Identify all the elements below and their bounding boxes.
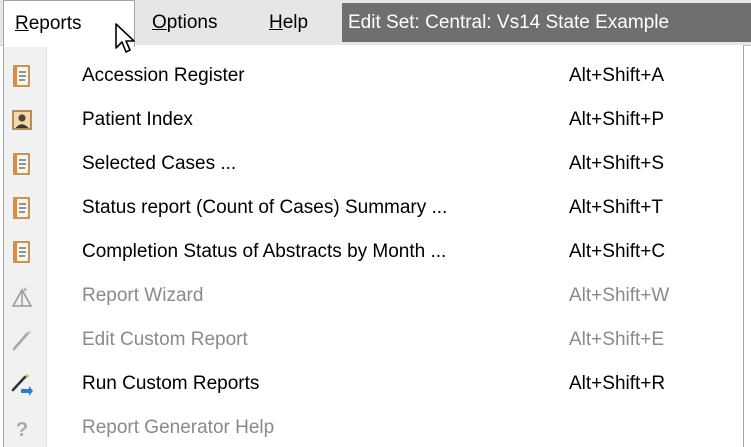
menu-item-selected-cases[interactable]: Selected Cases ... Alt+Shift+S (4, 142, 743, 186)
menu-item-report-wizard: Report Wizard Alt+Shift+W (4, 274, 743, 318)
menu-options-accelerator: O (152, 12, 167, 33)
menu-item-shortcut: Alt+Shift+T (569, 197, 663, 218)
svg-text:?: ? (16, 419, 28, 440)
report-document-icon (13, 65, 30, 87)
menu-item-label: Report Generator Help (82, 417, 275, 438)
menu-item-shortcut: Alt+Shift+P (569, 109, 665, 130)
menu-item-shortcut: Alt+Shift+C (569, 241, 666, 262)
menu-item-patient-index[interactable]: Patient Index Alt+Shift+P (4, 98, 743, 142)
menu-item-label: Run Custom Reports (82, 373, 260, 394)
application-window: Reports Options Help Edit Set: Central: … (0, 0, 751, 447)
menu-item-shortcut: Alt+Shift+R (569, 373, 666, 394)
menu-item-run-custom-reports[interactable]: Run Custom Reports Alt+Shift+R (4, 362, 743, 406)
magic-wand-icon (12, 330, 32, 351)
menu-item-edit-custom-report: Edit Custom Report Alt+Shift+E (4, 318, 743, 362)
menu-item-shortcut: Alt+Shift+W (569, 285, 670, 306)
menu-item-shortcut: Alt+Shift+A (569, 65, 665, 86)
menu-reports-accelerator: R (15, 13, 29, 34)
menu-options-label: ptions (166, 12, 218, 33)
menu-item-label: Edit Custom Report (82, 329, 248, 350)
patient-card-icon (12, 110, 32, 130)
menu-item-shortcut: Alt+Shift+E (569, 329, 665, 350)
menu-item-report-generator-help: ? Report Generator Help (4, 406, 743, 447)
report-document-icon (13, 241, 30, 263)
magic-wand-run-icon (11, 373, 33, 396)
help-question-icon: ? (16, 419, 28, 440)
menu-reports-label: eports (28, 13, 82, 34)
menu-item-label: Selected Cases ... (82, 153, 237, 174)
edit-set-title: Edit Set: Central: Vs14 State Example (342, 3, 751, 42)
menu-bar: Reports Options Help Edit Set: Central: … (0, 0, 751, 47)
menu-item-label: Completion Status of Abstracts by Month … (82, 241, 447, 262)
wizard-icon (11, 287, 33, 307)
report-document-icon (13, 197, 30, 219)
report-document-icon (13, 153, 30, 175)
menu-item-label: Patient Index (82, 109, 193, 130)
menu-item-accession-register[interactable]: Accession Register Alt+Shift+A (4, 54, 743, 98)
menu-item-status-report-summary[interactable]: Status report (Count of Cases) Summary .… (4, 186, 743, 230)
menu-item-label: Accession Register (82, 65, 245, 86)
mouse-pointer-icon (115, 23, 135, 53)
menu-options[interactable]: Options (152, 0, 217, 45)
reports-dropdown-menu: Accession Register Alt+Shift+A Patient I… (3, 45, 744, 447)
menu-item-completion-status-by-month[interactable]: Completion Status of Abstracts by Month … (4, 230, 743, 274)
menu-item-label: Status report (Count of Cases) Summary .… (82, 197, 448, 218)
menu-item-shortcut: Alt+Shift+S (569, 153, 665, 174)
menu-item-label: Report Wizard (82, 285, 204, 306)
menu-help-accelerator: H (269, 12, 283, 33)
menu-help-label: elp (282, 12, 309, 33)
menu-help[interactable]: Help (269, 0, 308, 45)
